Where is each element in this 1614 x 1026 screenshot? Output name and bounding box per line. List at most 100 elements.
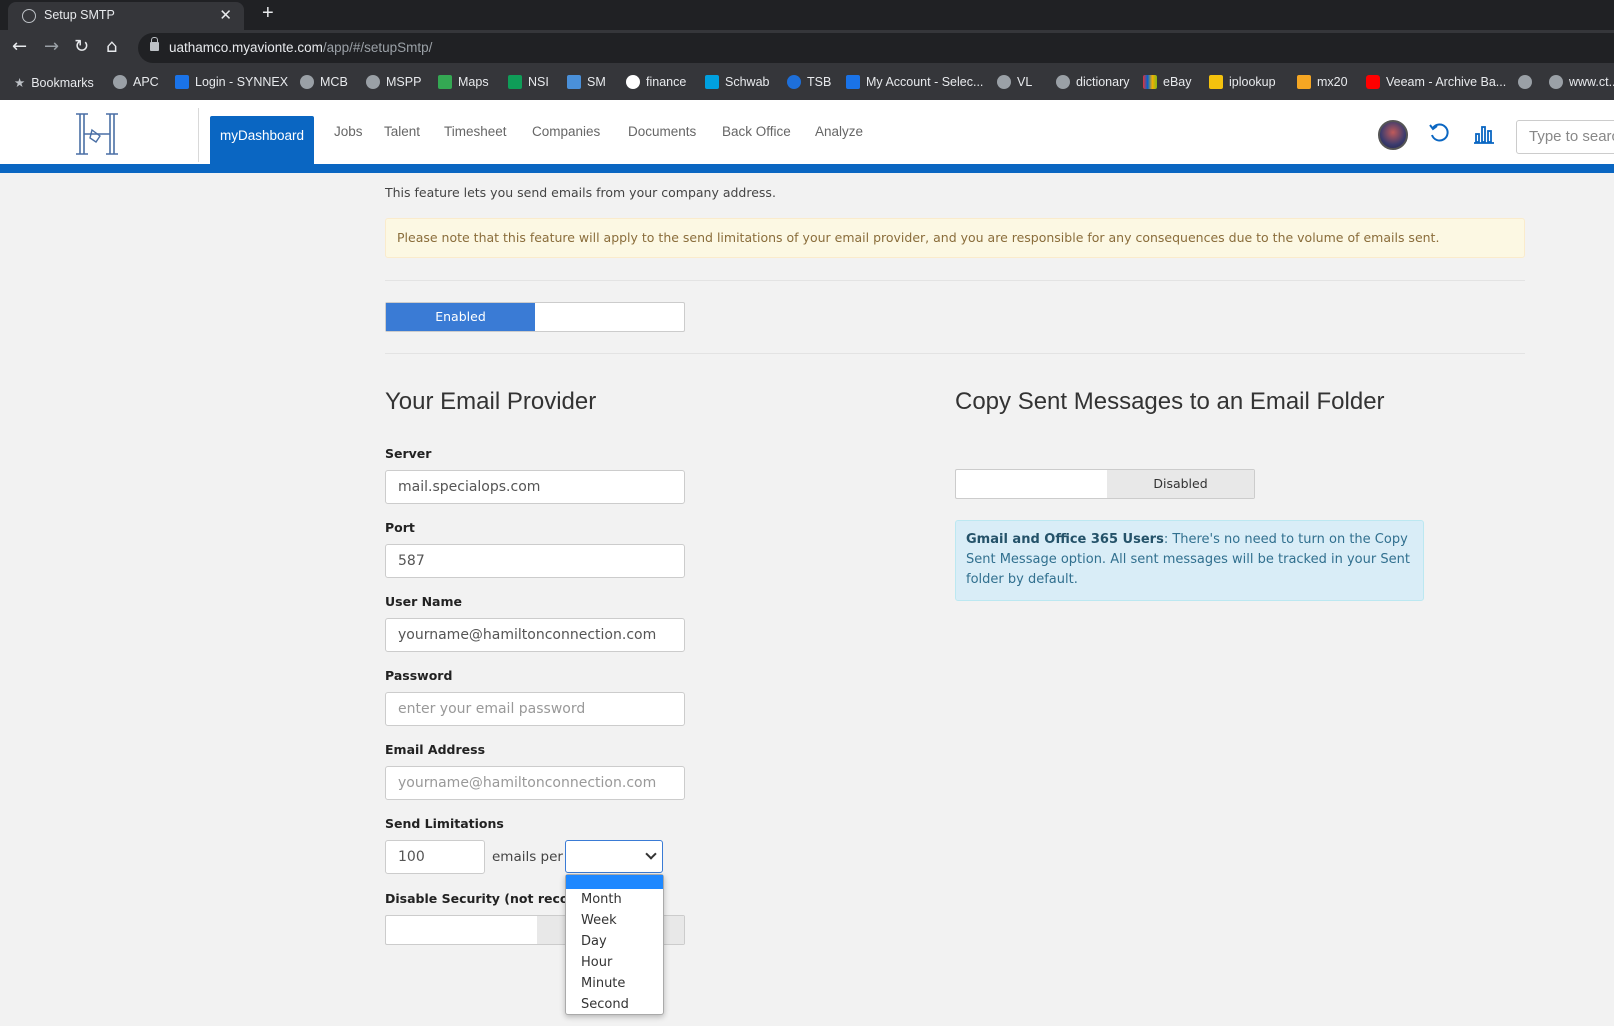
user-avatar[interactable] bbox=[1378, 120, 1408, 150]
period-option-blank[interactable] bbox=[566, 875, 663, 889]
nav-timesheet[interactable]: Timesheet bbox=[444, 100, 507, 164]
divider bbox=[385, 280, 1525, 281]
ec-icon bbox=[175, 75, 189, 89]
nav-back-office[interactable]: Back Office bbox=[722, 100, 791, 164]
bookmark-item[interactable]: eBay bbox=[1143, 75, 1192, 89]
url-text: uathamco.myavionte.com/app/#/setupSmtp/ bbox=[169, 40, 432, 55]
period-option-minute[interactable]: Minute bbox=[566, 973, 663, 994]
bookmark-item[interactable]: NSI bbox=[508, 75, 549, 89]
bookmark-label: Schwab bbox=[725, 75, 770, 89]
send-limit-input[interactable]: 100 bbox=[385, 840, 485, 874]
disable-security-label: Disable Security (not recom bbox=[385, 891, 582, 906]
bookmark-item[interactable]: dictionary bbox=[1056, 75, 1130, 89]
nav-analyze[interactable]: Analyze bbox=[815, 100, 863, 164]
bookmark-item[interactable]: VL bbox=[997, 75, 1032, 89]
nav-companies[interactable]: Companies bbox=[532, 100, 600, 164]
provider-heading: Your Email Provider bbox=[385, 388, 597, 415]
bookmark-item[interactable]: iplookup bbox=[1209, 75, 1276, 89]
schwab-icon bbox=[705, 75, 719, 89]
bookmark-item[interactable]: ★ Bookmarks bbox=[14, 75, 94, 91]
warning-alert: Please note that this feature will apply… bbox=[385, 218, 1525, 258]
bookmark-item[interactable]: finance bbox=[626, 75, 686, 89]
bookmark-label: eBay bbox=[1163, 75, 1192, 89]
bookmark-label: MSPP bbox=[386, 75, 422, 89]
bookmark-label: Veeam - Archive Ba... bbox=[1386, 75, 1507, 89]
refresh-icon[interactable] bbox=[1428, 122, 1450, 144]
bookmark-item[interactable]: My Account - Selec... bbox=[846, 75, 983, 89]
period-option-week[interactable]: Week bbox=[566, 910, 663, 931]
period-select[interactable] bbox=[565, 840, 663, 873]
bookmark-label: dictionary bbox=[1076, 75, 1130, 89]
bookmark-label: SM bbox=[587, 75, 606, 89]
s-icon bbox=[846, 75, 860, 89]
nav-talent[interactable]: Talent bbox=[384, 100, 420, 164]
bookmark-label: Bookmarks bbox=[31, 75, 94, 90]
back-icon[interactable]: ← bbox=[12, 36, 27, 57]
gmail-info-alert: Gmail and Office 365 Users: There's no n… bbox=[955, 520, 1424, 601]
url-path: /app/#/setupSmtp/ bbox=[322, 40, 433, 55]
reload-icon[interactable]: ↻ bbox=[74, 36, 89, 57]
bookmark-label: Maps bbox=[458, 75, 489, 89]
bookmark-item[interactable]: Maps bbox=[438, 75, 489, 89]
chevron-down-icon bbox=[645, 848, 657, 860]
period-option-day[interactable]: Day bbox=[566, 931, 663, 952]
username-input[interactable]: yourname@hamiltonconnection.com bbox=[385, 618, 685, 652]
port-input[interactable]: 587 bbox=[385, 544, 685, 578]
tab-title: Setup SMTP bbox=[44, 8, 115, 22]
bookmark-item[interactable]: MCB bbox=[300, 75, 348, 89]
toggle-on-label[interactable]: Enabled bbox=[386, 303, 535, 331]
iplookup-icon bbox=[1209, 75, 1223, 89]
forward-icon[interactable]: → bbox=[44, 36, 59, 57]
email-address-input[interactable]: yourname@hamiltonconnection.com bbox=[385, 766, 685, 800]
password-label: Password bbox=[385, 668, 453, 683]
browser-toolbar: ← → ↻ ⌂ uathamco.myavionte.com/app/#/set… bbox=[0, 30, 1614, 66]
tsb-icon bbox=[787, 75, 801, 89]
bookmark-label: iplookup bbox=[1229, 75, 1276, 89]
address-bar[interactable]: uathamco.myavionte.com/app/#/setupSmtp/ bbox=[138, 33, 1614, 63]
new-tab-icon[interactable]: + bbox=[262, 2, 274, 25]
period-option-second[interactable]: Second bbox=[566, 994, 663, 1015]
bookmark-label: Login - SYNNEX bbox=[195, 75, 289, 89]
bookmark-item[interactable]: SM bbox=[567, 75, 606, 89]
bookmark-label: VL bbox=[1017, 75, 1033, 89]
period-option-month[interactable]: Month bbox=[566, 889, 663, 910]
hamilton-logo bbox=[76, 113, 118, 155]
divider bbox=[385, 353, 1525, 354]
bookmark-label: finance bbox=[646, 75, 687, 89]
bar-chart-icon[interactable] bbox=[1474, 124, 1494, 144]
period-option-hour[interactable]: Hour bbox=[566, 952, 663, 973]
send-limitations-label: Send Limitations bbox=[385, 816, 504, 831]
home-icon[interactable]: ⌂ bbox=[106, 36, 117, 57]
bookmark-item[interactable]: Schwab bbox=[705, 75, 769, 89]
password-input[interactable]: enter your email password bbox=[385, 692, 685, 726]
nav-jobs[interactable]: Jobs bbox=[334, 100, 363, 164]
bookmark-item[interactable]: MSPP bbox=[366, 75, 421, 89]
bookmark-item[interactable] bbox=[1518, 75, 1538, 89]
bookmark-item[interactable]: Veeam - Archive Ba... bbox=[1366, 75, 1506, 89]
bookmarks-bar: ★ Bookmarks APC Login - SYNNEX MCB MSPP M… bbox=[0, 66, 1614, 100]
header-accent-bar bbox=[0, 164, 1614, 173]
nav-documents[interactable]: Documents bbox=[628, 100, 696, 164]
smtp-enabled-toggle[interactable]: Enabled bbox=[385, 302, 685, 332]
google-icon bbox=[626, 75, 640, 89]
bookmark-label: www.ct... bbox=[1569, 75, 1614, 89]
toggle-off-label[interactable]: Disabled bbox=[1107, 470, 1254, 498]
lock-icon bbox=[150, 37, 159, 51]
bookmark-item[interactable]: TSB bbox=[787, 75, 831, 89]
bookmark-item[interactable]: Login - SYNNEX bbox=[175, 75, 288, 89]
bookmark-item[interactable]: mx20 bbox=[1297, 75, 1348, 89]
browser-tab[interactable]: Setup SMTP ✕ bbox=[8, 2, 244, 30]
maps-icon bbox=[438, 75, 452, 89]
bookmark-item[interactable]: www.ct... bbox=[1549, 75, 1614, 89]
main-content: This feature lets you send emails from y… bbox=[0, 173, 1614, 1026]
globe-icon bbox=[1549, 75, 1563, 89]
server-input[interactable]: mail.specialops.com bbox=[385, 470, 685, 504]
globe-icon bbox=[1056, 75, 1070, 89]
bookmark-item[interactable]: APC bbox=[113, 75, 159, 89]
close-tab-icon[interactable]: ✕ bbox=[219, 6, 232, 24]
nav-mydashboard[interactable]: myDashboard bbox=[210, 116, 315, 164]
copy-sent-toggle[interactable]: Disabled bbox=[955, 469, 1255, 499]
email-address-label: Email Address bbox=[385, 742, 486, 757]
bookmark-label: mx20 bbox=[1317, 75, 1348, 89]
global-search-input[interactable]: Type to search bbox=[1516, 120, 1614, 154]
